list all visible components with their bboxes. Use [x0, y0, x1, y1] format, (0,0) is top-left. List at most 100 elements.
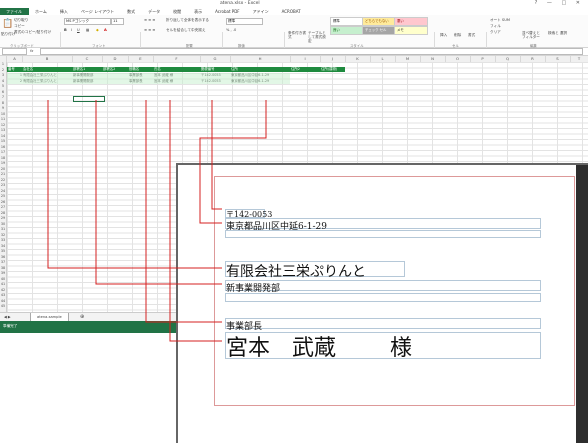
sheet-nav-icons[interactable]: ◀ ▶	[4, 315, 11, 319]
table-format-button[interactable]: テーブルとして書式設定	[308, 31, 328, 43]
table-cell[interactable]: 1	[7, 73, 22, 78]
row-number[interactable]: 4	[0, 79, 6, 83]
underline-icon[interactable]: U	[77, 28, 80, 32]
row-number[interactable]: 24	[0, 189, 6, 193]
preview-scrollbar[interactable]	[576, 165, 588, 443]
style-neutral[interactable]: どちらでもない	[362, 17, 396, 26]
row-number[interactable]: 17	[0, 150, 6, 154]
style-normal[interactable]: 標準	[330, 17, 364, 26]
copy-button[interactable]: コピー	[14, 24, 25, 29]
row-number[interactable]: 8	[0, 101, 6, 105]
header-cell[interactable]: 番号	[7, 67, 22, 72]
row-number[interactable]: 42	[0, 288, 6, 292]
row-number[interactable]: 18	[0, 156, 6, 160]
font-size-select[interactable]: 11	[111, 18, 124, 25]
header-cell[interactable]: 郵便番号	[200, 67, 230, 72]
font-color-icon[interactable]: A	[104, 28, 107, 32]
align-left-icon[interactable]: ≡ ≡ ≡	[144, 28, 155, 32]
row-number[interactable]: 1	[0, 62, 6, 66]
table-cell[interactable]: 〒142-0053	[200, 79, 230, 84]
tab-formulas[interactable]: 数式	[121, 8, 142, 15]
find-select-button[interactable]: 検索と 選択	[548, 31, 568, 35]
tab-file[interactable]: ファイル	[0, 8, 29, 15]
row-number[interactable]: 33	[0, 238, 6, 242]
paste-icon[interactable]: 📋	[2, 19, 13, 29]
header-cell[interactable]: 氏名	[153, 67, 200, 72]
style-check-cell[interactable]: チェック セル	[362, 26, 396, 35]
table-cell[interactable]: 新事業開発部	[72, 79, 102, 84]
header-cell[interactable]: 住所(建物)	[320, 67, 345, 72]
cut-button[interactable]: 切り取り	[14, 18, 28, 23]
row-number[interactable]: 44	[0, 299, 6, 303]
align-top-icon[interactable]: ≡ ≡ ≡	[144, 18, 155, 22]
header-cell[interactable]: 役職名	[128, 67, 153, 72]
insert-cells-button[interactable]: 挿入	[440, 33, 447, 38]
formula-input[interactable]	[40, 48, 583, 55]
row-number[interactable]: 25	[0, 194, 6, 198]
window-controls[interactable]: ? — □ ✕	[535, 0, 584, 6]
tab-page-layout[interactable]: ページ レイアウト	[75, 8, 121, 15]
job-title-field[interactable]	[225, 318, 541, 329]
style-bad[interactable]: 悪い	[394, 17, 428, 26]
function-icon[interactable]: fx	[30, 49, 33, 53]
row-number[interactable]: 19	[0, 161, 6, 165]
row-number[interactable]: 10	[0, 112, 6, 116]
table-cell[interactable]: 事業部長	[128, 73, 153, 78]
row-number[interactable]: 39	[0, 271, 6, 275]
italic-icon[interactable]: I	[71, 28, 72, 32]
number-format-select[interactable]: 標準	[226, 18, 263, 25]
tab-acrobat[interactable]: ACROBAT	[276, 8, 308, 15]
fill-button[interactable]: フィル	[490, 24, 501, 29]
row-number[interactable]: 6	[0, 90, 6, 94]
row-number[interactable]: 40	[0, 277, 6, 281]
autosum-button[interactable]: オート SUM	[490, 18, 510, 23]
row-number[interactable]: 22	[0, 178, 6, 182]
delete-cells-button[interactable]: 削除	[454, 33, 461, 38]
merge-center-button[interactable]: セルを結合して中央揃え	[166, 28, 205, 33]
name-box[interactable]	[2, 48, 27, 55]
header-cell[interactable]: 住所2	[290, 67, 320, 72]
tab-acrobat-pdf[interactable]: Acrobat PDF	[209, 8, 247, 15]
row-number[interactable]: 20	[0, 167, 6, 171]
table-cell[interactable]: 有限会社三栄ぷりんと	[22, 79, 72, 84]
row-number[interactable]: 28	[0, 211, 6, 215]
row-number[interactable]: 30	[0, 222, 6, 226]
border-icon[interactable]: ▦	[86, 28, 89, 32]
table-cell[interactable]: 新事業開発部	[72, 73, 102, 78]
row-number[interactable]: 37	[0, 260, 6, 264]
bold-icon[interactable]: B	[64, 28, 67, 32]
header-cell[interactable]: 住所	[230, 67, 290, 72]
tab-data[interactable]: データ	[142, 8, 167, 15]
department2-field[interactable]	[225, 293, 541, 302]
row-number[interactable]: 16	[0, 145, 6, 149]
row-number[interactable]: 43	[0, 293, 6, 297]
conditional-format-button[interactable]: 条件付き書式	[288, 31, 306, 39]
row-number[interactable]: 31	[0, 227, 6, 231]
table-cell[interactable]: 東京都品川区中延6-1-29	[230, 73, 290, 78]
fill-color-icon[interactable]: ◆	[96, 28, 99, 32]
add-sheet-icon[interactable]: ⊕	[80, 314, 84, 320]
sort-filter-button[interactable]: 並べ替えと フィルター	[522, 31, 544, 39]
header-cell[interactable]: 会社名	[22, 67, 72, 72]
tab-review[interactable]: 校閲	[167, 8, 188, 15]
row-number[interactable]: 35	[0, 249, 6, 253]
selected-cell[interactable]	[73, 96, 105, 102]
format-painter-button[interactable]: 書式のコピー/貼り付け	[14, 30, 51, 35]
clear-button[interactable]: クリア	[490, 30, 501, 35]
row-number[interactable]: 14	[0, 134, 6, 138]
table-cell[interactable]: 有限会社三栄ぷりんと	[22, 73, 72, 78]
wrap-text-button[interactable]: 折り返して全体を表示する	[166, 18, 209, 23]
row-number[interactable]: 27	[0, 205, 6, 209]
table-cell[interactable]: 事業部長	[128, 79, 153, 84]
header-cell[interactable]: 部署名2	[102, 67, 128, 72]
tab-insert[interactable]: 挿入	[54, 8, 75, 15]
row-number[interactable]: 38	[0, 266, 6, 270]
table-cell[interactable]: 〒142-0053	[200, 73, 230, 78]
tab-home[interactable]: ホーム	[29, 8, 54, 15]
row-number[interactable]: 5	[0, 84, 6, 88]
row-number[interactable]: 3	[0, 73, 6, 77]
address2-field[interactable]	[225, 230, 541, 238]
row-number[interactable]: 15	[0, 139, 6, 143]
row-number[interactable]: 32	[0, 233, 6, 237]
row-number[interactable]: 9	[0, 106, 6, 110]
